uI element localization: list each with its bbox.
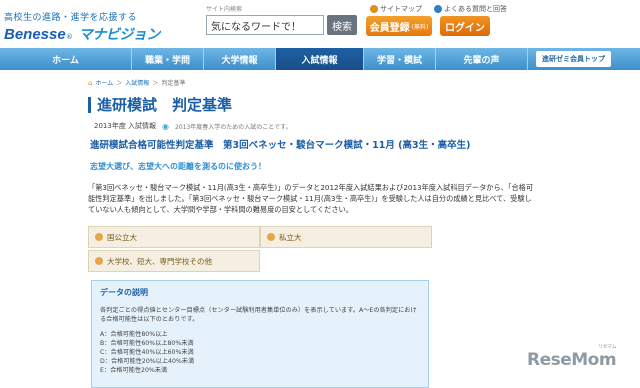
catch-copy: 志望大選び、志望大への距離を測るのに使おう！ bbox=[90, 162, 266, 171]
nav-item-study[interactable]: 学習・模試 bbox=[364, 48, 436, 70]
judgment-level: B：合格可能性60%以上80%未満 bbox=[100, 340, 194, 347]
site-logo[interactable]: 高校生の進路・進学を応援する Benesse ® マナビジョン bbox=[4, 10, 160, 44]
login-button[interactable]: ログイン bbox=[440, 16, 490, 36]
category-icon bbox=[267, 233, 275, 241]
breadcrumb-exam[interactable]: 入試情報 bbox=[125, 78, 149, 87]
resemom-watermark: ReseMom リセマム bbox=[527, 344, 617, 370]
data-explanation-title: データの説明 bbox=[100, 288, 148, 297]
judgment-levels: A：合格可能性80%以上 B：合格可能性60%以上80%未満 C：合格可能性40… bbox=[100, 330, 420, 375]
register-button[interactable]: 会員登録 (無料) bbox=[366, 16, 432, 36]
judgment-level: D：合格可能性20%以上40%未満 bbox=[100, 358, 195, 365]
home-icon: ⌂ bbox=[88, 78, 93, 87]
logo-benesse: Benesse bbox=[4, 26, 66, 43]
breadcrumb-separator: ＞ bbox=[116, 80, 123, 87]
nav-item-career[interactable]: 職業・学問 bbox=[132, 48, 204, 70]
logo-manavi: マナビジョン bbox=[78, 27, 161, 43]
site-search: サイト内検索 検索 bbox=[206, 4, 357, 35]
judgment-level: C：合格可能性40%以上60%未満 bbox=[100, 349, 194, 356]
search-label: サイト内検索 bbox=[206, 6, 243, 13]
logo-registered: ® bbox=[65, 33, 73, 41]
category-national-public[interactable]: 国公立大 bbox=[88, 226, 260, 248]
main-content: ⌂ ホーム ＞ 入試情報 ＞ 判定基準 進研模試 判定基準 2013年度 入試情… bbox=[88, 78, 471, 172]
breadcrumb-current: 判定基準 bbox=[161, 80, 186, 87]
judgment-level: A：合格可能性80%以上 bbox=[100, 331, 168, 338]
global-nav: ホーム 職業・学問 大学情報 入試情報 学習・模試 先輩の声 進研ゼミ会員トップ bbox=[0, 48, 640, 70]
intro-paragraph: 「第3回ベネッセ・駿台マーク模試・11月(高3生・高卒生)」のデータと2012年… bbox=[88, 183, 534, 214]
year-note: 2013年度春入学のための入試のことです。 bbox=[175, 123, 292, 131]
watermark-kana: リセマム bbox=[598, 344, 617, 350]
category-icon bbox=[95, 257, 103, 265]
search-input[interactable] bbox=[206, 15, 324, 35]
data-explanation-text: 各判定ごとの得点値とセンター目標点（センター試験利用者集単位のみ）を表示していま… bbox=[100, 307, 417, 323]
breadcrumb-home[interactable]: ホーム bbox=[95, 78, 113, 87]
category-others[interactable]: 大学校、短大、専門学校その他 bbox=[88, 250, 260, 272]
year-label: 2013年度 入試情報 bbox=[94, 122, 157, 130]
sitemap-icon bbox=[370, 5, 378, 13]
sitemap-link[interactable]: サイトマップ bbox=[370, 4, 422, 14]
nav-item-seniors[interactable]: 先輩の声 bbox=[436, 48, 528, 70]
eye-icon: ◉ bbox=[162, 121, 170, 131]
category-private[interactable]: 私立大 bbox=[260, 226, 432, 248]
nav-item-exam[interactable]: 入試情報 bbox=[276, 48, 364, 70]
breadcrumb-separator: ＞ bbox=[152, 80, 159, 87]
data-explanation-box: データの説明 各判定ごとの得点値とセンター目標点（センター試験利用者集単位のみ）… bbox=[91, 280, 429, 388]
nav-item-university[interactable]: 大学情報 bbox=[204, 48, 276, 70]
site-tagline: 高校生の進路・進学を応援する bbox=[4, 13, 138, 23]
section-heading: 進研模試合格可能性判定基準 第3回ベネッセ・駿台マーク模試・11月 (高3生・高… bbox=[90, 140, 471, 151]
page-title: 進研模試 判定基準 bbox=[88, 97, 430, 113]
nav-item-home[interactable]: ホーム bbox=[0, 48, 132, 70]
search-button[interactable]: 検索 bbox=[327, 15, 357, 35]
category-icon bbox=[95, 233, 103, 241]
logo-wordmark: Benesse ® マナビジョン bbox=[4, 24, 160, 44]
seminar-member-button[interactable]: 進研ゼミ会員トップ bbox=[536, 51, 611, 67]
breadcrumb: ⌂ ホーム ＞ 入試情報 ＞ 判定基準 bbox=[88, 78, 430, 88]
faq-icon bbox=[434, 5, 442, 13]
site-header: 高校生の進路・進学を応援する Benesse® マナビジョン サイト内検索 検索… bbox=[0, 0, 640, 44]
faq-link[interactable]: よくある質問と回答 bbox=[434, 4, 507, 14]
year-info: 2013年度 入試情報 ◉ 2013年度春入学のための入試のことです。 bbox=[88, 121, 430, 131]
judgment-level: E：合格可能性20%未満 bbox=[100, 367, 168, 374]
utility-links: サイトマップ よくある質問と回答 bbox=[370, 4, 507, 14]
